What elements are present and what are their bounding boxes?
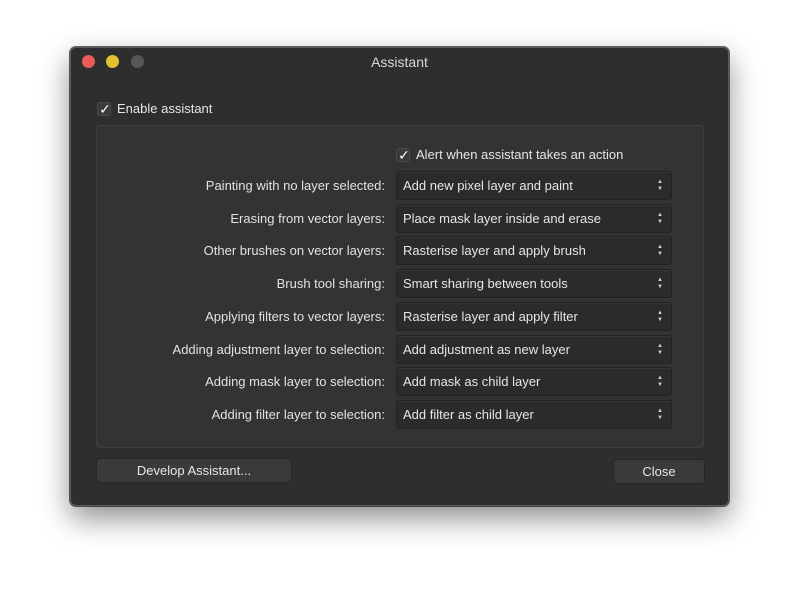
chevron-down-icon: ▼ <box>657 284 663 290</box>
window-title: Assistant <box>371 54 428 70</box>
enable-assistant-row[interactable]: ✓ Enable assistant <box>97 100 213 117</box>
updown-chevron-icon: ▲ ▼ <box>656 243 664 259</box>
updown-chevron-icon: ▲ ▼ <box>656 309 664 325</box>
chevron-up-icon: ▲ <box>657 310 663 316</box>
updown-chevron-icon: ▲ ▼ <box>656 276 664 292</box>
select-value: Add mask as child layer <box>403 374 541 389</box>
select-value: Rasterise layer and apply filter <box>403 309 578 324</box>
updown-chevron-icon: ▲ ▼ <box>656 407 664 423</box>
setting-select[interactable]: Add filter as child layer ▲ ▼ <box>396 400 672 429</box>
setting-label: Adding adjustment layer to selection: <box>172 342 385 357</box>
chevron-down-icon: ▼ <box>657 317 663 323</box>
chevron-down-icon: ▼ <box>657 219 663 225</box>
checkmark-icon: ✓ <box>99 100 111 117</box>
select-value: Add filter as child layer <box>403 407 534 422</box>
chevron-up-icon: ▲ <box>657 408 663 414</box>
setting-select[interactable]: Add adjustment as new layer ▲ ▼ <box>396 335 672 364</box>
setting-select[interactable]: Place mask layer inside and erase ▲ ▼ <box>396 204 672 233</box>
setting-label: Applying filters to vector layers: <box>205 309 385 324</box>
assistant-window: Assistant ✓ Enable assistant ✓ Alert whe… <box>70 47 729 506</box>
setting-select[interactable]: Smart sharing between tools ▲ ▼ <box>396 269 672 298</box>
develop-assistant-button[interactable]: Develop Assistant... <box>96 458 292 483</box>
chevron-down-icon: ▼ <box>657 186 663 192</box>
checkmark-icon: ✓ <box>398 146 410 163</box>
chevron-down-icon: ▼ <box>657 251 663 257</box>
close-button[interactable]: Close <box>613 459 705 484</box>
setting-label: Other brushes on vector layers: <box>203 243 385 258</box>
alert-label: Alert when assistant takes an action <box>416 147 624 162</box>
updown-chevron-icon: ▲ ▼ <box>656 342 664 358</box>
select-value: Add new pixel layer and paint <box>403 178 573 193</box>
setting-label: Adding filter layer to selection: <box>211 407 385 422</box>
setting-label: Painting with no layer selected: <box>205 178 385 193</box>
setting-select[interactable]: Rasterise layer and apply brush ▲ ▼ <box>396 236 672 265</box>
chevron-up-icon: ▲ <box>657 244 663 250</box>
select-value: Rasterise layer and apply brush <box>403 243 586 258</box>
updown-chevron-icon: ▲ ▼ <box>656 178 664 194</box>
chevron-down-icon: ▼ <box>657 350 663 356</box>
setting-select[interactable]: Add mask as child layer ▲ ▼ <box>396 367 672 396</box>
setting-label: Adding mask layer to selection: <box>205 374 385 389</box>
setting-label: Brush tool sharing: <box>276 276 385 291</box>
updown-chevron-icon: ▲ ▼ <box>656 374 664 390</box>
updown-chevron-icon: ▲ ▼ <box>656 211 664 227</box>
alert-checkbox[interactable]: ✓ <box>396 146 410 163</box>
select-value: Place mask layer inside and erase <box>403 211 601 226</box>
chevron-up-icon: ▲ <box>657 212 663 218</box>
setting-select[interactable]: Add new pixel layer and paint ▲ ▼ <box>396 171 672 200</box>
chevron-up-icon: ▲ <box>657 277 663 283</box>
setting-label: Erasing from vector layers: <box>230 211 385 226</box>
setting-select[interactable]: Rasterise layer and apply filter ▲ ▼ <box>396 302 672 331</box>
settings-panel: ✓ Alert when assistant takes an action P… <box>96 125 704 448</box>
enable-assistant-checkbox[interactable]: ✓ <box>97 100 111 117</box>
chevron-down-icon: ▼ <box>657 382 663 388</box>
alert-row[interactable]: ✓ Alert when assistant takes an action <box>396 146 624 163</box>
chevron-up-icon: ▲ <box>657 375 663 381</box>
title-bar[interactable]: Assistant <box>71 48 728 76</box>
chevron-up-icon: ▲ <box>657 179 663 185</box>
select-value: Smart sharing between tools <box>403 276 568 291</box>
chevron-up-icon: ▲ <box>657 343 663 349</box>
chevron-down-icon: ▼ <box>657 415 663 421</box>
select-value: Add adjustment as new layer <box>403 342 570 357</box>
enable-assistant-label: Enable assistant <box>117 101 213 116</box>
